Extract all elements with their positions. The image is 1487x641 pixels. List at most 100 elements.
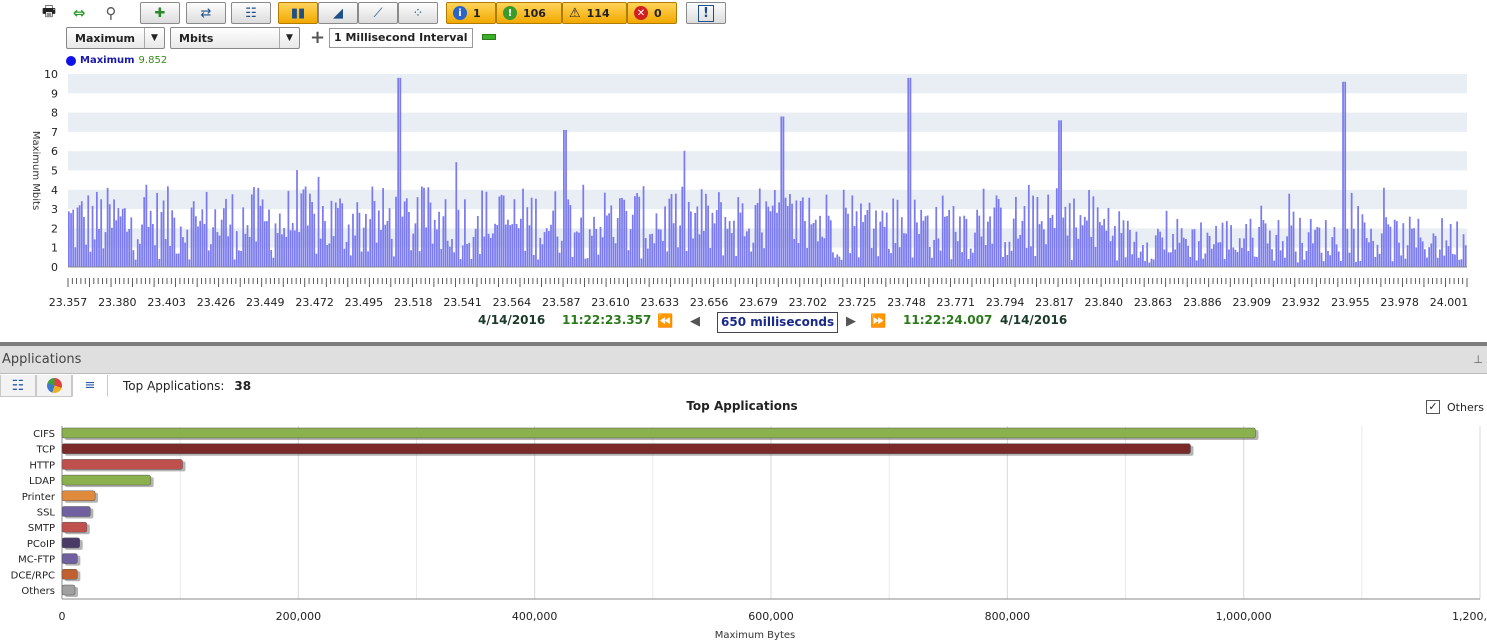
chart-bar (1357, 206, 1359, 267)
chart-bar (920, 209, 923, 267)
chart-bar (655, 213, 658, 267)
x-tick-label: 23.679 (739, 296, 778, 309)
chart-bar (1335, 244, 1338, 267)
chart-bar (395, 196, 397, 267)
y-tick-label: 8 (51, 107, 58, 120)
application-bar[interactable] (61, 474, 151, 486)
chart-bar (1092, 196, 1095, 267)
pin-icon[interactable]: ⊥ (1473, 353, 1483, 366)
step-forward-icon[interactable]: ▶ (846, 314, 856, 329)
chart-bar (1036, 196, 1039, 267)
chart-bar (1191, 229, 1194, 267)
view-tabs: ☷ ≡ (0, 375, 108, 397)
skip-forward-icon[interactable]: ⏩ (870, 314, 886, 329)
chart-bar (464, 199, 466, 267)
chart-bar (203, 223, 206, 267)
chart-bar (586, 258, 589, 267)
chart-bar (1206, 232, 1209, 267)
chart-bar (1116, 260, 1118, 267)
chart-bar (582, 184, 585, 267)
chart-bar (1012, 218, 1015, 267)
chart-bar (593, 216, 595, 267)
chart-bar (1025, 247, 1028, 267)
chart-bar (978, 215, 981, 267)
top-applications-chart[interactable]: Top Applications CIFS TCP HTTP LDAP Printer SS… (0, 400, 1487, 641)
time-span-field[interactable]: 650 milliseconds (717, 312, 839, 333)
chart-bar (1372, 240, 1375, 267)
chart-bar (313, 213, 316, 267)
chart-bar (730, 233, 733, 267)
chart-bar (616, 217, 619, 267)
x-tick-label: 23.495 (345, 296, 384, 309)
chart-bar (1389, 226, 1392, 267)
application-bar[interactable] (61, 584, 76, 596)
chart-bar (530, 197, 533, 267)
chart-bar (1055, 188, 1058, 267)
x-tick-label: 23.541 (443, 296, 482, 309)
skip-back-icon[interactable]: ⏪ (657, 314, 673, 329)
tab-bar[interactable]: ≡ (72, 375, 108, 397)
chart-bar (991, 243, 994, 267)
chart-bar (681, 186, 684, 267)
chart-bar (1139, 251, 1142, 267)
chart-bar (1398, 242, 1400, 267)
chart-bar (683, 150, 686, 267)
chart-bar (608, 213, 610, 267)
application-bar[interactable] (61, 443, 1191, 454)
step-back-icon[interactable]: ◀ (690, 314, 700, 329)
chart-bar (935, 206, 938, 267)
chart-bar (1027, 184, 1030, 267)
chart-bar (662, 240, 664, 267)
chart-bar (85, 244, 87, 267)
chart-bar (151, 223, 154, 267)
chart-bar (334, 202, 337, 267)
x-tick-label: 23.656 (690, 296, 729, 309)
chart-bar (386, 220, 389, 267)
application-bar[interactable] (61, 490, 96, 502)
chart-bar (636, 193, 638, 267)
chart-bar (470, 258, 473, 267)
chart-bar (956, 241, 959, 267)
chart-bar (1045, 244, 1047, 267)
chart-bar (715, 210, 718, 267)
application-bar[interactable] (61, 459, 183, 470)
chart-bar (1148, 262, 1151, 267)
chart-bar (349, 255, 352, 267)
chart-bar (1086, 220, 1088, 267)
chart-bar (588, 229, 591, 267)
chart-bar (1195, 260, 1198, 267)
chart-bar (1451, 253, 1454, 267)
chart-bar (1135, 231, 1138, 267)
y-tick-label: 9 (51, 87, 58, 100)
tab-pie[interactable] (36, 375, 72, 397)
application-bar[interactable] (61, 537, 80, 549)
chart-bar (169, 245, 171, 267)
application-bar[interactable] (61, 427, 1256, 439)
chart-bar (894, 243, 897, 267)
chart-bar (347, 224, 350, 267)
chart-bar (550, 224, 552, 267)
throughput-chart[interactable]: 0 1 2 3 4 5 6 7 8 9 10 Maximum Mbits 23.357 23.380 23.… (0, 0, 1487, 310)
chart-bar (1348, 252, 1351, 267)
chart-bar (485, 191, 488, 267)
grid-band (68, 112, 1467, 132)
chart-bar (961, 252, 963, 267)
chart-bar (375, 242, 378, 267)
chart-bar (664, 206, 666, 267)
chart-bar (603, 192, 606, 267)
chart-bar (761, 232, 763, 267)
category-label: SMTP (28, 523, 55, 534)
chart-bar (1096, 207, 1099, 267)
application-bar[interactable] (61, 569, 78, 580)
chart-bar (1421, 241, 1424, 267)
application-bar[interactable] (61, 521, 88, 533)
chart-bar (238, 250, 240, 267)
x-tick-label: 23.840 (1085, 296, 1124, 309)
chart-bar (1165, 210, 1168, 267)
chart-bar (289, 230, 292, 267)
application-bar[interactable] (61, 553, 78, 564)
application-bar[interactable] (61, 506, 91, 517)
chart-bar (745, 231, 748, 267)
x-tick-label: 23.771 (937, 296, 976, 309)
tab-table[interactable]: ☷ (0, 375, 36, 397)
